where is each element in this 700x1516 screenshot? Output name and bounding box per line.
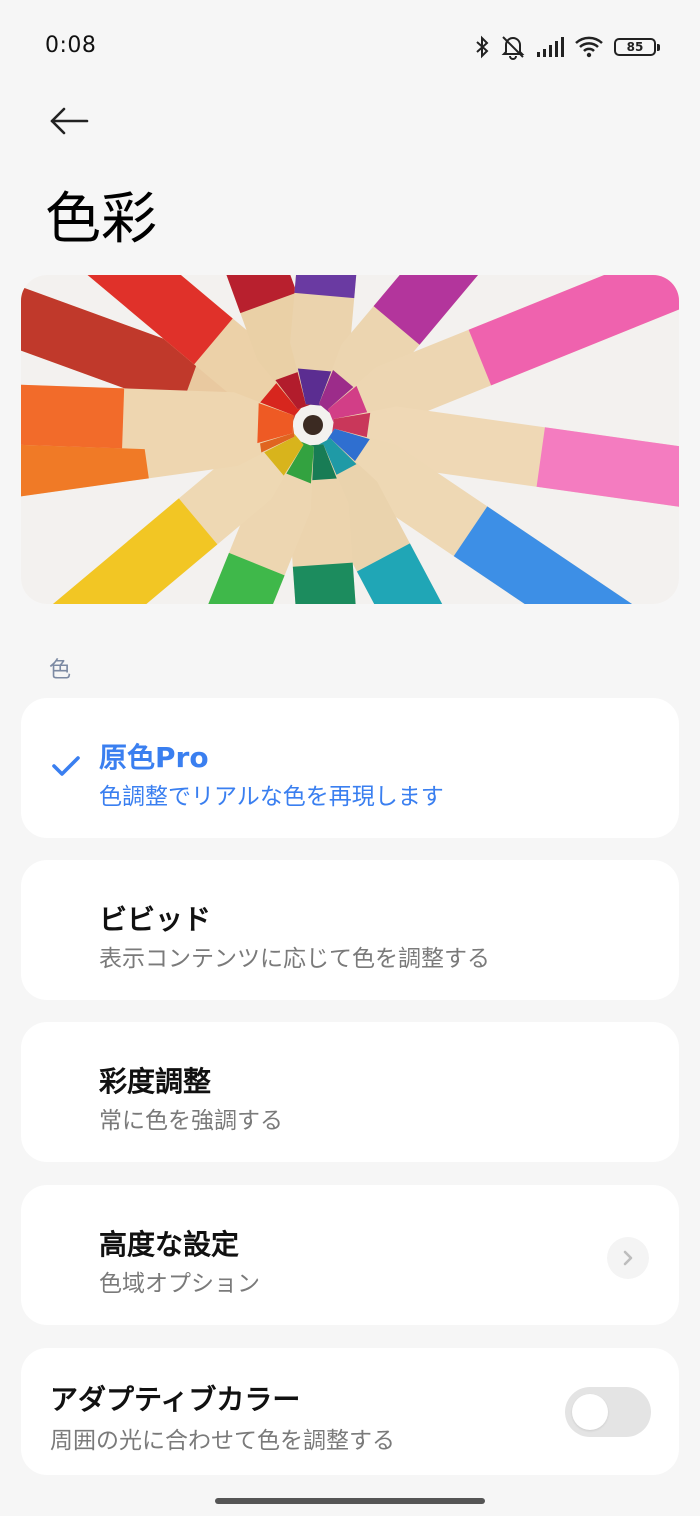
colored-pencils-image: [21, 275, 679, 604]
section-label-color: 色: [49, 658, 72, 683]
option-title: 原色Pro: [99, 741, 209, 774]
advanced-settings-title: 高度な設定: [99, 1228, 240, 1261]
option-vivid[interactable]: ビビッド 表示コンテンツに応じて色を調整する: [21, 860, 679, 1000]
option-title: 彩度調整: [99, 1065, 212, 1098]
option-subtitle: 色調整でリアルな色を再現します: [99, 784, 444, 810]
bluetooth-icon: [476, 35, 489, 59]
adaptive-color-toggle[interactable]: [565, 1387, 651, 1437]
option-saturated[interactable]: 彩度調整 常に色を強調する: [21, 1022, 679, 1162]
adaptive-color-subtitle: 周囲の光に合わせて色を調整する: [50, 1428, 395, 1454]
page-title: 色彩: [45, 187, 157, 252]
check-icon: [52, 756, 80, 776]
mute-icon: [501, 36, 525, 60]
wifi-icon: [575, 36, 603, 58]
status-time: 0:08: [45, 33, 97, 58]
hero-image: [21, 275, 679, 604]
battery-level: 85: [626, 40, 644, 54]
home-indicator[interactable]: [215, 1498, 485, 1504]
toggle-knob: [572, 1394, 608, 1430]
arrow-left-icon: [50, 107, 89, 135]
option-title: ビビッド: [99, 903, 212, 936]
status-bar: 0:08 85: [0, 0, 700, 94]
back-button[interactable]: [44, 98, 94, 144]
adaptive-color-title: アダプティブカラー: [50, 1383, 301, 1416]
advanced-settings-subtitle: 色域オプション: [99, 1271, 260, 1297]
advanced-settings-item[interactable]: 高度な設定 色域オプション: [21, 1185, 679, 1325]
chevron-right-icon: [607, 1237, 649, 1279]
status-icons: 85: [474, 33, 660, 61]
option-subtitle: 表示コンテンツに応じて色を調整する: [99, 946, 490, 972]
battery-icon: 85: [614, 38, 660, 56]
signal-icon: [537, 37, 564, 57]
adaptive-color-item: アダプティブカラー 周囲の光に合わせて色を調整する: [21, 1348, 679, 1475]
option-original-color-pro[interactable]: 原色Pro 色調整でリアルな色を再現します: [21, 698, 679, 838]
option-subtitle: 常に色を強調する: [99, 1108, 283, 1134]
